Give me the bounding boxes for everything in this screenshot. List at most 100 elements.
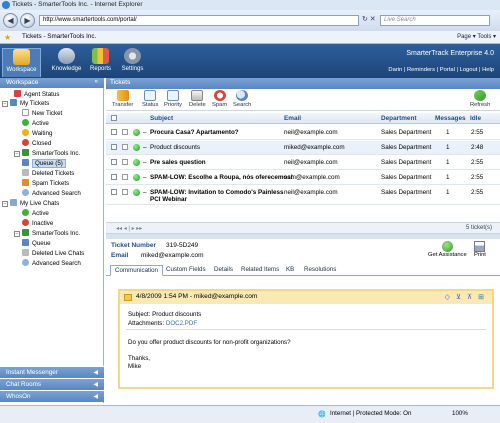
ie-logo-icon [2,1,10,9]
sidebar-item-spam-tickets[interactable]: Spam Tickets [22,179,69,188]
zoom-level[interactable]: 100% [452,410,468,417]
sidebar-item-deleted-tickets[interactable]: Deleted Tickets [22,169,74,178]
table-row[interactable]: – SPAM-LOW: Escolhe a Roupa, nós oferece… [106,171,500,185]
internet-zone-icon: 🌐 [318,411,326,418]
message-card: 4/8/2009 1:54 PM - miked@example.com ◇ ⊻… [118,289,494,389]
refresh-page-icon[interactable]: ↻ ✕ [362,15,376,23]
tab-custom-fields[interactable]: Custom Fields [162,265,210,276]
nav-reports-label: Reports [89,66,111,72]
sidebar-item-deleted-live-chats[interactable]: Deleted Live Chats [22,249,84,258]
tickets-header: Tickets [106,78,500,89]
message-header-text: 4/8/2009 1:54 PM - miked@example.com [136,293,258,300]
sidebar-item-chat-advanced-search[interactable]: Advanced Search [22,259,81,268]
tab-kb[interactable]: KB [282,265,298,276]
sidebar-item-active[interactable]: Active [22,119,49,128]
row-expand-icon[interactable]: – [143,189,147,196]
sidebar-header[interactable]: Workspace « [0,78,104,88]
row-checkbox[interactable] [111,129,117,137]
column-idle[interactable]: Idle [470,115,481,122]
delete-button[interactable]: Delete [189,90,206,108]
row-checkbox[interactable] [111,159,117,167]
attachment-link[interactable]: DOC2.PDF [166,320,197,327]
expand-icon[interactable]: − [2,201,8,207]
column-department[interactable]: Department [381,115,417,122]
panel-whoson[interactable]: WhosOn ◀ [0,390,104,402]
get-assistance-button[interactable]: Get Assistance [428,241,467,258]
url-input[interactable]: http://www.smartertools.com/portal/ [39,15,359,26]
select-all-checkbox[interactable] [111,115,117,123]
search-button[interactable]: Search [233,90,251,108]
sidebar-item-label: Advanced Search [32,260,81,267]
refresh-button[interactable]: Refresh [470,90,490,108]
row-checkbox[interactable] [111,174,117,182]
sidebar-item-agent-status[interactable]: Agent Status [14,90,59,99]
column-messages[interactable]: Messages [435,115,466,122]
pager-nav-icons[interactable]: ◂◂ ◂ | ▸ ▸▸ [116,225,142,232]
nav-settings[interactable]: Settings [113,48,152,77]
column-email[interactable]: Email [284,115,301,122]
row-checkbox[interactable] [111,189,117,197]
sidebar-item-chat-active[interactable]: Active [22,209,49,218]
sidebar-item-new-ticket[interactable]: New Ticket [22,109,62,118]
panel-label: WhosOn [6,393,31,400]
collapse-icon[interactable]: « [95,79,98,85]
expand-icon[interactable]: − [2,101,8,107]
sidebar-item-my-live-chats[interactable]: − My Live Chats [2,199,59,208]
cell-email: neil@example.com [284,159,338,166]
table-row[interactable]: – Procura Casa? Apartamento? neil@exampl… [106,126,500,140]
sidebar-item-advanced-search[interactable]: Advanced Search [22,189,81,198]
inactive-dot-icon [22,219,29,226]
row-expand-icon[interactable]: – [143,159,147,166]
status-dot-icon [133,129,140,138]
table-row[interactable]: – Product discounts miked@example.com Sa… [106,141,500,155]
sidebar-item-my-tickets[interactable]: − My Tickets [2,99,49,108]
sidebar-item-closed[interactable]: Closed [22,139,51,148]
user-links[interactable]: Darin | Reminders | Portal | Logout | He… [388,67,494,73]
tab-related-items[interactable]: Related Items [237,265,283,276]
print-button[interactable]: Print [474,241,486,258]
status-dot-icon [133,144,140,153]
sidebar-item-chat-inactive[interactable]: Inactive [22,219,53,228]
sidebar-item-smartertools[interactable]: − SmarterTools Inc. [14,149,80,158]
sidebar-item-waiting[interactable]: Waiting [22,129,52,138]
table-row[interactable]: – SPAM-LOW: Invitation to Comodo's Painl… [106,186,500,205]
panel-instant-messenger[interactable]: Instant Messenger ◀ [0,366,104,378]
status-button[interactable]: Status [142,90,158,108]
expand-icon[interactable]: − [14,151,20,157]
nav-workspace-label: Workspace [6,67,37,73]
browser-tab[interactable]: Tickets - SmarterTools Inc. [22,33,96,40]
transfer-label: Transfer [112,102,134,108]
sidebar-item-label: Deleted Live Chats [32,250,85,257]
browser-tools-menu[interactable]: Page ▾ Tools ▾ [457,33,496,40]
sidebar-item-chat-smartertools[interactable]: − SmarterTools Inc. [14,229,80,238]
priority-icon [167,90,180,101]
sidebar-item-chat-queue[interactable]: Queue [22,239,51,248]
row-checkbox[interactable] [111,144,117,152]
priority-button[interactable]: Priority [164,90,182,108]
table-row[interactable]: – Pre sales question neil@example.com Sa… [106,156,500,170]
back-button[interactable]: ◀ [3,13,18,28]
sidebar-item-label: SmarterTools Inc. [32,150,81,157]
live-search-input[interactable]: Live Search [380,15,490,26]
tab-resolutions[interactable]: Resolutions [300,265,340,276]
message-body: Do you offer product discounts for non-p… [128,339,291,346]
message-action-icons[interactable]: ◇ ⊻ ⊼ ⊞ [445,293,486,301]
row-expand-icon[interactable]: – [143,129,147,136]
favorites-star-icon[interactable]: ★ [4,33,11,42]
row-expand-icon[interactable]: – [143,174,147,181]
tab-communication[interactable]: Communication [110,265,163,276]
deleted-icon [22,169,29,176]
tab-details[interactable]: Details [210,265,237,276]
cell-department: Sales Department [381,174,432,181]
detail-email: miked@example.com [141,252,204,259]
spam-button[interactable]: Spam [212,90,227,108]
row-expand-icon[interactable]: – [143,144,147,151]
panel-chat-rooms[interactable]: Chat Rooms ◀ [0,378,104,390]
sidebar-item-queue[interactable]: Queue (5) [22,159,66,168]
sidebar: Workspace « Agent Status − My Tickets New… [0,78,104,403]
column-subject[interactable]: Subject [150,115,173,122]
transfer-button[interactable]: Transfer [112,90,133,108]
nav-workspace[interactable]: Workspace [2,48,41,77]
forward-button[interactable]: ▶ [20,13,35,28]
expand-icon[interactable]: − [14,231,20,237]
